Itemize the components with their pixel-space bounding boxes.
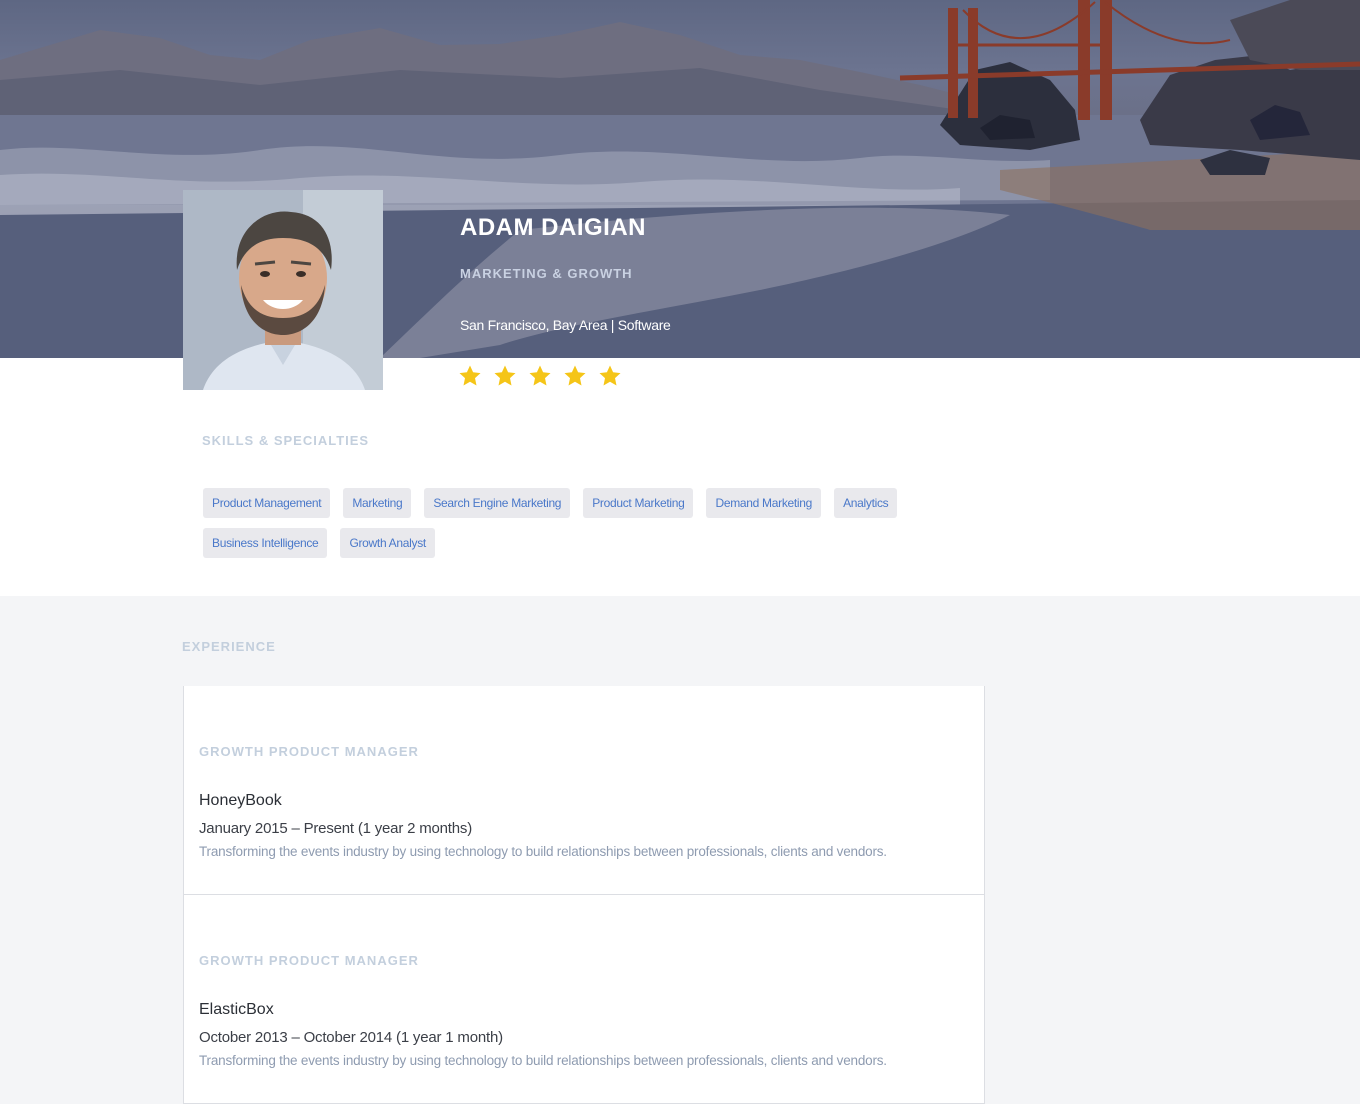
skills-section-title: SKILLS & SPECIALTIES [202, 433, 370, 448]
employment-dates: October 2013 – October 2014 (1 year 1 mo… [199, 1029, 503, 1046]
skill-tag[interactable]: Marketing [343, 488, 412, 518]
profile-location: San Francisco, Bay Area | Software [460, 317, 671, 333]
job-title: GROWTH PRODUCT MANAGER [199, 744, 419, 759]
experience-section-title: EXPERIENCE [182, 639, 276, 654]
star-icon [459, 365, 481, 386]
employment-dates: January 2015 – Present (1 year 2 months) [199, 820, 472, 837]
skills-list: Product Management Marketing Search Engi… [203, 488, 923, 558]
skill-tag[interactable]: Demand Marketing [706, 488, 822, 518]
profile-role: MARKETING & GROWTH [460, 266, 633, 281]
star-icon [529, 365, 551, 386]
experience-card: GROWTH PRODUCT MANAGER ElasticBox Octobe… [183, 894, 985, 1104]
skill-tag[interactable]: Analytics [834, 488, 898, 518]
profile-avatar [183, 190, 383, 390]
skill-tag[interactable]: Growth Analyst [340, 528, 435, 558]
skill-tag[interactable]: Product Management [203, 488, 331, 518]
star-icon [564, 365, 586, 386]
star-icon [599, 365, 621, 386]
profile-page: ADAM DAIGIAN MARKETING & GROWTH San Fran… [0, 0, 1360, 1104]
experience-card: GROWTH PRODUCT MANAGER HoneyBook January… [183, 686, 985, 895]
rating-stars [458, 364, 622, 388]
job-description: Transforming the events industry by usin… [199, 844, 887, 859]
company-name: ElasticBox [199, 1001, 274, 1018]
skill-tag[interactable]: Business Intelligence [203, 528, 328, 558]
job-description: Transforming the events industry by usin… [199, 1053, 887, 1068]
star-icon [494, 365, 516, 386]
skill-tag[interactable]: Product Marketing [583, 488, 694, 518]
company-name: HoneyBook [199, 792, 282, 809]
profile-name: ADAM DAIGIAN [460, 214, 646, 241]
skill-tag[interactable]: Search Engine Marketing [424, 488, 571, 518]
job-title: GROWTH PRODUCT MANAGER [199, 953, 419, 968]
